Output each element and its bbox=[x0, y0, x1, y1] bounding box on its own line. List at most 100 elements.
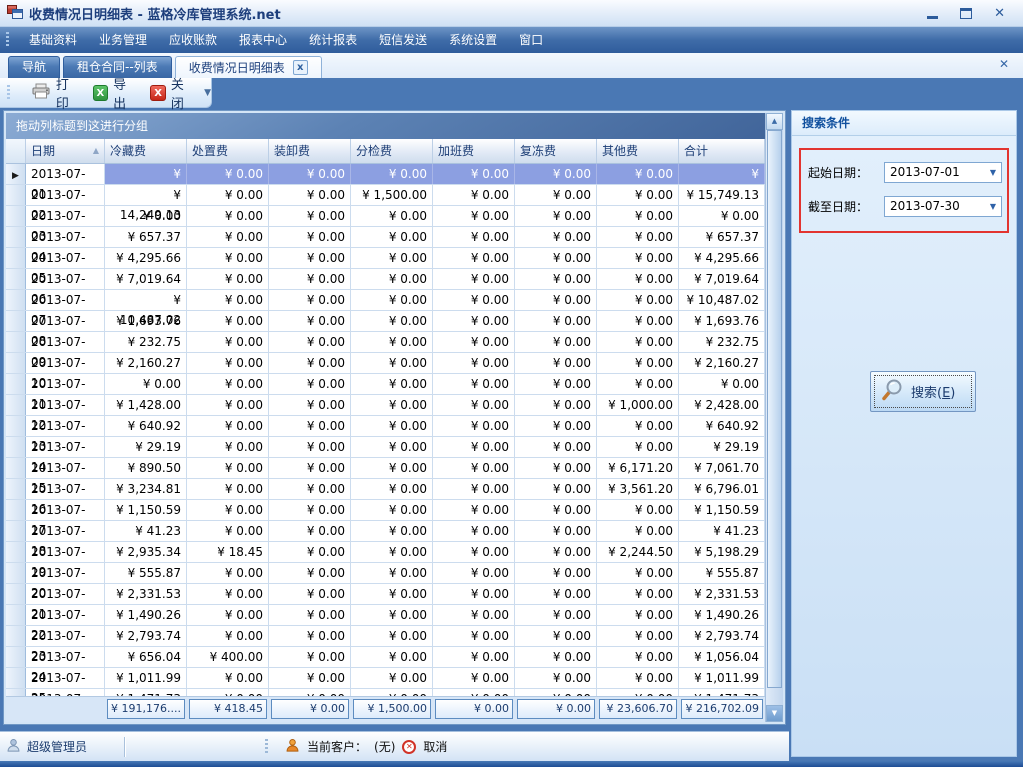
table-row[interactable]: 2013-07-07¥ 10,487.02¥ 0.00¥ 0.00¥ 0.00¥… bbox=[6, 290, 765, 311]
table-row[interactable]: 2013-07-25¥ 1,011.99¥ 0.00¥ 0.00¥ 0.00¥ … bbox=[6, 668, 765, 689]
cell-value[interactable]: ¥ 0.00 bbox=[269, 248, 351, 268]
row-indicator[interactable] bbox=[6, 290, 26, 310]
cell-date[interactable]: 2013-07-21 bbox=[26, 584, 105, 604]
cell-value[interactable]: ¥ 0.00 bbox=[187, 395, 269, 415]
cell-value[interactable]: ¥ 0.00 bbox=[269, 395, 351, 415]
cell-value[interactable]: ¥ 0.00 bbox=[433, 458, 515, 478]
cell-value[interactable]: ¥ 10,487.02 bbox=[105, 290, 187, 310]
cell-value[interactable]: ¥ 0.00 bbox=[515, 500, 597, 520]
cell-value[interactable]: ¥ 10,487.02 bbox=[679, 290, 765, 310]
cell-value[interactable]: ¥ 0.00 bbox=[187, 332, 269, 352]
cell-value[interactable]: ¥ 0.00 bbox=[597, 164, 679, 184]
cell-value[interactable]: ¥ 0.00 bbox=[597, 689, 679, 696]
cell-value[interactable]: ¥ 0.00 bbox=[187, 311, 269, 331]
cell-value[interactable]: ¥ 0.00 bbox=[433, 500, 515, 520]
cell-value[interactable]: ¥ 0.00 bbox=[515, 563, 597, 583]
cell-value[interactable]: ¥ 0.00 bbox=[187, 521, 269, 541]
column-header-date[interactable]: 日期 ▲ bbox=[26, 139, 105, 163]
cell-value[interactable]: ¥ 2,160.27 bbox=[105, 353, 187, 373]
table-row[interactable]: 2013-07-17¥ 1,150.59¥ 0.00¥ 0.00¥ 0.00¥ … bbox=[6, 500, 765, 521]
cell-value[interactable]: ¥ 0.00 bbox=[679, 374, 765, 394]
minimize-button[interactable] bbox=[927, 16, 938, 19]
cell-value[interactable]: ¥ 0.00 bbox=[515, 479, 597, 499]
cell-value[interactable]: ¥ 0.00 bbox=[187, 668, 269, 688]
cell-value[interactable]: ¥ 0.00 bbox=[351, 269, 433, 289]
row-indicator[interactable] bbox=[6, 374, 26, 394]
cell-value[interactable]: ¥ 0.00 bbox=[105, 374, 187, 394]
cell-value[interactable]: ¥ 0.00 bbox=[679, 206, 765, 226]
row-indicator[interactable] bbox=[6, 437, 26, 457]
cell-value[interactable]: ¥ 0.00 bbox=[351, 479, 433, 499]
cell-value[interactable]: ¥ 2,160.27 bbox=[679, 353, 765, 373]
cell-value[interactable]: ¥ 1,011.99 bbox=[105, 668, 187, 688]
cell-value[interactable]: ¥ 4,295.66 bbox=[679, 248, 765, 268]
cell-value[interactable]: ¥ 41.23 bbox=[679, 521, 765, 541]
cell-value[interactable]: ¥ 1,150.59 bbox=[105, 500, 187, 520]
cell-value[interactable]: ¥ 15,749.13 bbox=[679, 185, 765, 205]
maximize-button[interactable] bbox=[960, 8, 972, 19]
cell-value[interactable]: ¥ 29.19 bbox=[679, 437, 765, 457]
row-indicator[interactable] bbox=[6, 647, 26, 667]
table-row[interactable]: 2013-07-23¥ 2,793.74¥ 0.00¥ 0.00¥ 0.00¥ … bbox=[6, 626, 765, 647]
cell-value[interactable]: ¥ 1,693.76 bbox=[679, 311, 765, 331]
column-header-total[interactable]: 合计 bbox=[679, 139, 765, 163]
close-window-button[interactable]: ✕ bbox=[994, 7, 1005, 20]
group-by-drop-zone[interactable]: 拖动列标题到这进行分组 bbox=[6, 113, 765, 139]
cell-value[interactable]: ¥ 7,019.64 bbox=[679, 269, 765, 289]
cell-value[interactable]: ¥ 0.00 bbox=[515, 290, 597, 310]
cell-value[interactable]: ¥ 0.00 bbox=[187, 584, 269, 604]
cell-value[interactable]: ¥ 0.00 bbox=[597, 206, 679, 226]
cell-value[interactable]: ¥ 2,331.53 bbox=[679, 584, 765, 604]
cell-value[interactable]: ¥ 14,249.13 bbox=[105, 185, 187, 205]
column-header-refreeze-fee[interactable]: 复冻费 bbox=[515, 139, 597, 163]
table-row[interactable]: 2013-07-09¥ 232.75¥ 0.00¥ 0.00¥ 0.00¥ 0.… bbox=[6, 332, 765, 353]
scrollbar-thumb[interactable] bbox=[767, 130, 782, 688]
cell-value[interactable]: ¥ 0.00 bbox=[433, 311, 515, 331]
cell-value[interactable]: ¥ 0.00 bbox=[187, 227, 269, 247]
row-indicator[interactable] bbox=[6, 458, 26, 478]
table-row[interactable]: 2013-07-16¥ 3,234.81¥ 0.00¥ 0.00¥ 0.00¥ … bbox=[6, 479, 765, 500]
cell-value[interactable]: ¥ 0.00 bbox=[597, 584, 679, 604]
cell-value[interactable]: ¥ 0.00 bbox=[597, 668, 679, 688]
cell-value[interactable]: ¥ 1,011.99 bbox=[679, 668, 765, 688]
cell-value[interactable]: ¥ 0.00 bbox=[515, 668, 597, 688]
cell-value[interactable]: ¥ 0.00 bbox=[269, 290, 351, 310]
cell-value[interactable]: ¥ 3,234.81 bbox=[105, 479, 187, 499]
cell-value[interactable]: ¥ 0.00 bbox=[515, 164, 597, 184]
cell-date[interactable]: 2013-07-17 bbox=[26, 500, 105, 520]
vertical-scrollbar[interactable]: ▲ ▼ bbox=[765, 113, 783, 722]
cell-value[interactable]: ¥ 0.00 bbox=[351, 626, 433, 646]
cell-value[interactable]: ¥ 0.00 bbox=[597, 332, 679, 352]
row-indicator[interactable]: ▶ bbox=[6, 164, 26, 184]
cell-date[interactable]: 2013-07-11 bbox=[26, 374, 105, 394]
cell-value[interactable]: ¥ 0.00 bbox=[597, 227, 679, 247]
cell-value[interactable]: ¥ 0.00 bbox=[351, 206, 433, 226]
cell-value[interactable]: ¥ 0.00 bbox=[433, 353, 515, 373]
table-row[interactable]: 2013-07-24¥ 656.04¥ 400.00¥ 0.00¥ 0.00¥ … bbox=[6, 647, 765, 668]
cell-value[interactable]: ¥ 0.00 bbox=[351, 290, 433, 310]
row-indicator[interactable] bbox=[6, 542, 26, 562]
cell-value[interactable]: ¥ 0.00 bbox=[433, 563, 515, 583]
cell-value[interactable]: ¥ 0.00 bbox=[187, 437, 269, 457]
cell-value[interactable]: ¥ 1,150.59 bbox=[679, 500, 765, 520]
cell-value[interactable]: ¥ 1,471.73 bbox=[679, 689, 765, 696]
cell-value[interactable]: ¥ 0.00 bbox=[351, 563, 433, 583]
cell-value[interactable]: ¥ 640.92 bbox=[679, 416, 765, 436]
cell-value[interactable]: ¥ 0.00 bbox=[187, 563, 269, 583]
table-row[interactable]: 2013-07-15¥ 890.50¥ 0.00¥ 0.00¥ 0.00¥ 0.… bbox=[6, 458, 765, 479]
cell-value[interactable]: ¥ 0.00 bbox=[351, 437, 433, 457]
cell-value[interactable]: ¥ 555.87 bbox=[105, 563, 187, 583]
cell-value[interactable]: ¥ 232.75 bbox=[105, 332, 187, 352]
cell-value[interactable]: ¥ 0.00 bbox=[187, 416, 269, 436]
cell-value[interactable]: ¥ 0.00 bbox=[351, 689, 433, 696]
cell-value[interactable]: ¥ 0.00 bbox=[597, 563, 679, 583]
close-tab-button[interactable]: X 关闭 bbox=[150, 74, 196, 112]
cell-date[interactable]: 2013-07-02 bbox=[26, 185, 105, 205]
cell-value[interactable]: ¥ 0.00 bbox=[515, 689, 597, 696]
cell-value[interactable]: ¥ 0.00 bbox=[269, 374, 351, 394]
table-row[interactable]: 2013-07-19¥ 2,935.34¥ 18.45¥ 0.00¥ 0.00¥… bbox=[6, 542, 765, 563]
cell-value[interactable]: ¥ 0.00 bbox=[269, 458, 351, 478]
search-button[interactable]: 搜索(E) bbox=[870, 371, 976, 412]
cell-value[interactable]: ¥ 0.00 bbox=[515, 374, 597, 394]
cell-value[interactable]: ¥ 7,019.64 bbox=[105, 269, 187, 289]
